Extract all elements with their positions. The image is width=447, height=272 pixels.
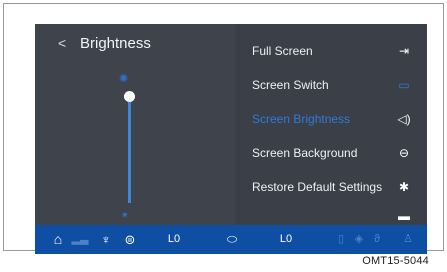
bottom-control-bar: ⌂ ▂▃ ♆ ⊜ L0 ⬭ L0 ▯ ◈ ϑ ♙ [35,225,427,254]
brightness-slider-track[interactable] [128,95,131,203]
menu-item-label: Screen Switch [252,78,329,92]
menu-item-label: Screen Brightness [252,112,351,126]
menu-item-screen-background[interactable]: Screen Background ⊖ [235,143,427,165]
brightness-slider-handle[interactable] [124,91,135,102]
menu-item-screen-brightness[interactable]: Screen Brightness ◁) [235,109,427,131]
seat-heat-icon[interactable]: ♆ [97,231,115,248]
settings-gear-icon: ✱ [398,180,410,194]
left-temp[interactable]: L0 [165,231,183,248]
menu-item-screen-switch[interactable]: Screen Switch ▭ [235,75,427,97]
screen-switch-icon: ▭ [398,78,410,92]
menu-item-label: Restore Default Settings [252,180,383,194]
car-recirc-icon[interactable]: ⊜ [119,231,141,248]
figure-frame: < Brightness ✺ ✷ Full Screen ⇥ Screen Sw… [3,3,444,254]
back-button[interactable]: < [58,35,66,51]
head-unit-screen: < Brightness ✺ ✷ Full Screen ⇥ Screen Sw… [35,24,427,254]
ac-fan-icon[interactable]: ⬭ [215,231,249,248]
front-defrost-icon[interactable]: ◈ [353,231,365,248]
sun-small-icon: ✷ [121,210,129,220]
background-icon: ⊖ [398,146,410,160]
rear-defrost-icon[interactable]: ▯ [335,231,347,248]
book-icon: ▬ [398,209,410,223]
figure-code: OMT15-5044 [362,255,429,267]
sun-large-icon: ✺ [119,73,129,85]
brightness-panel: < Brightness ✺ ✷ [35,24,235,225]
fullscreen-icon: ⇥ [398,44,410,58]
brightness-icon: ◁) [397,112,411,126]
menu-item-full-screen[interactable]: Full Screen ⇥ [235,41,427,63]
menu-item-restore-defaults[interactable]: Restore Default Settings ✱ [235,177,427,199]
menu-item-label: Full Screen [252,44,313,58]
seat-ventilation-icon[interactable]: ϑ [371,231,383,248]
settings-menu: Full Screen ⇥ Screen Switch ▭ Screen Bri… [235,24,427,225]
seat-icon[interactable]: ♙ [401,231,415,248]
page-title: Brightness [80,35,151,52]
right-temp[interactable]: L0 [277,231,295,248]
home-icon[interactable]: ⌂ [49,231,67,248]
menu-item-label: Screen Background [252,146,358,160]
signal-icon: ▂▃ [71,233,89,245]
